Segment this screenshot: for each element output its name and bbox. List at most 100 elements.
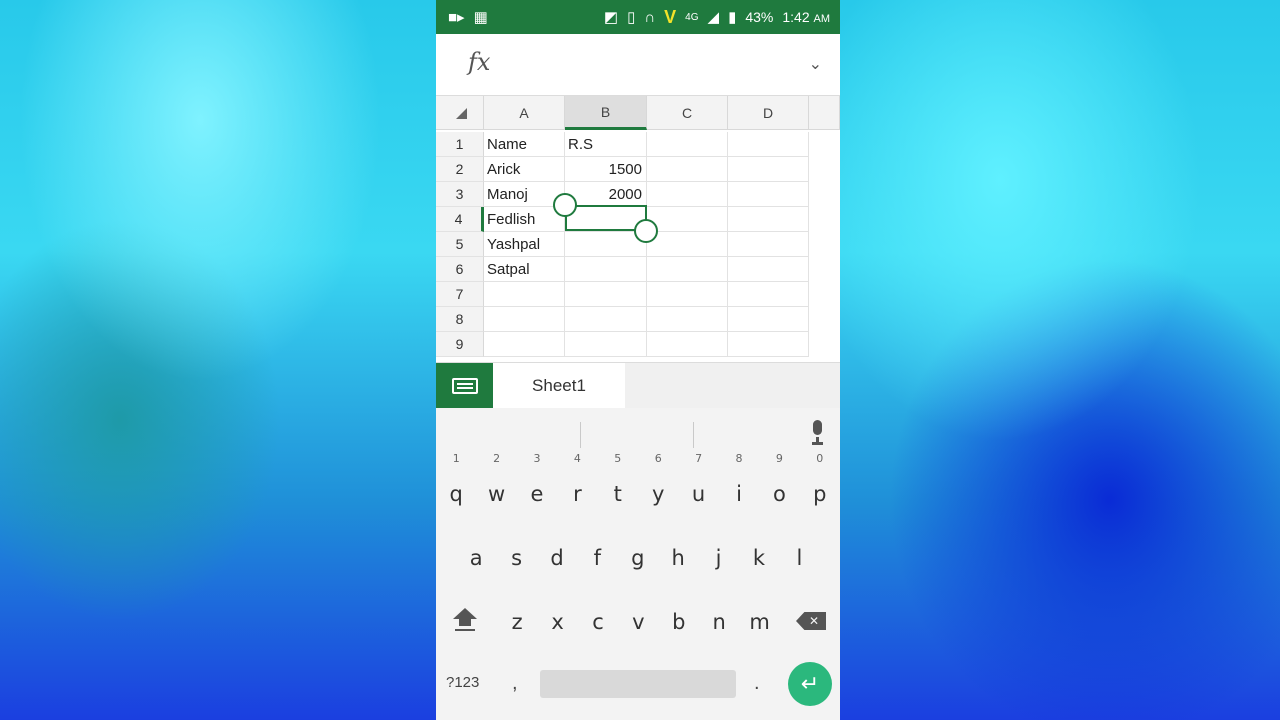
cell-a8[interactable] — [484, 307, 565, 332]
cell-c4[interactable] — [647, 207, 728, 232]
key-o[interactable]: o9 — [759, 452, 799, 514]
cell-a6[interactable]: Satpal — [484, 257, 565, 282]
column-header-c[interactable]: C — [647, 96, 728, 130]
key-a[interactable]: a — [456, 538, 496, 578]
key-v[interactable]: v — [618, 602, 658, 642]
row-header-6[interactable]: 6 — [436, 257, 484, 282]
cell-c9[interactable] — [647, 332, 728, 357]
cell-b2[interactable]: 1500 — [565, 157, 647, 182]
cell-a4[interactable]: Fedlish — [484, 207, 565, 232]
chevron-down-icon[interactable]: ⌄ — [809, 54, 822, 74]
key-c[interactable]: c — [578, 602, 618, 642]
cell-b7[interactable] — [565, 282, 647, 307]
column-header-b[interactable]: B — [565, 96, 647, 130]
key-hint: 3 — [533, 452, 541, 465]
keyboard-toggle-button[interactable] — [436, 363, 493, 409]
cell-b9[interactable] — [565, 332, 647, 357]
key-z[interactable]: z — [497, 602, 537, 642]
key-label: f — [593, 546, 602, 570]
fx-icon[interactable]: fx — [468, 48, 490, 76]
key-p[interactable]: p0 — [800, 452, 840, 514]
enter-key[interactable]: ↵ — [788, 662, 832, 706]
cell-c5[interactable] — [647, 232, 728, 257]
row-header-2[interactable]: 2 — [436, 157, 484, 182]
cell-c8[interactable] — [647, 307, 728, 332]
column-header-a[interactable]: A — [484, 96, 565, 130]
column-header-e[interactable] — [809, 96, 840, 130]
key-u[interactable]: u7 — [678, 452, 718, 514]
key-j[interactable]: j — [698, 538, 738, 578]
cell-b8[interactable] — [565, 307, 647, 332]
selection-handle-top-left[interactable] — [553, 193, 577, 217]
key-y[interactable]: y6 — [638, 452, 678, 514]
row-header-9[interactable]: 9 — [436, 332, 484, 357]
key-i[interactable]: i8 — [719, 452, 759, 514]
shift-arrow-icon — [453, 608, 477, 619]
row-header-3[interactable]: 3 — [436, 182, 484, 207]
cell-c6[interactable] — [647, 257, 728, 282]
cell-d4[interactable] — [728, 207, 809, 232]
key-s[interactable]: s — [496, 538, 536, 578]
symbols-key[interactable]: ?123 — [446, 674, 479, 691]
cell-b1[interactable]: R.S — [565, 132, 647, 157]
headset-icon: ∩ — [644, 8, 656, 26]
key-m[interactable]: m — [739, 602, 779, 642]
key-hint: 2 — [493, 452, 501, 465]
key-k[interactable]: k — [739, 538, 779, 578]
cell-d3[interactable] — [728, 182, 809, 207]
selection-handle-bottom-right[interactable] — [634, 219, 658, 243]
key-n[interactable]: n — [699, 602, 739, 642]
key-f[interactable]: f — [577, 538, 617, 578]
key-h[interactable]: h — [658, 538, 698, 578]
cell-a2[interactable]: Arick — [484, 157, 565, 182]
select-all-corner[interactable] — [436, 96, 484, 130]
clock-time: 1:42 AM — [782, 9, 830, 25]
key-t[interactable]: t5 — [598, 452, 638, 514]
cell-d2[interactable] — [728, 157, 809, 182]
key-q[interactable]: q1 — [436, 452, 476, 514]
shift-key[interactable] — [450, 606, 480, 636]
cell-a5[interactable]: Yashpal — [484, 232, 565, 257]
cell-a9[interactable] — [484, 332, 565, 357]
key-d[interactable]: d — [537, 538, 577, 578]
cell-c2[interactable] — [647, 157, 728, 182]
row-header-7[interactable]: 7 — [436, 282, 484, 307]
row-header-4[interactable]: 4 — [436, 207, 484, 232]
key-hint: 7 — [695, 452, 703, 465]
key-l[interactable]: l — [779, 538, 819, 578]
cell-a7[interactable] — [484, 282, 565, 307]
cell-d1[interactable] — [728, 132, 809, 157]
key-label: x — [551, 610, 564, 634]
cell-d7[interactable] — [728, 282, 809, 307]
cell-b3[interactable]: 2000 — [565, 182, 647, 207]
key-hint: 9 — [775, 452, 783, 465]
key-g[interactable]: g — [618, 538, 658, 578]
microphone-icon[interactable] — [810, 420, 824, 446]
cell-b6[interactable] — [565, 257, 647, 282]
key-r[interactable]: r4 — [557, 452, 597, 514]
cell-d8[interactable] — [728, 307, 809, 332]
spreadsheet-grid[interactable]: A B C D 1 2 3 4 5 6 7 8 9 Name R.S Arick… — [436, 96, 840, 360]
key-x[interactable]: x — [537, 602, 577, 642]
cell-a1[interactable]: Name — [484, 132, 565, 157]
key-b[interactable]: b — [659, 602, 699, 642]
key-e[interactable]: e3 — [517, 452, 557, 514]
cell-c1[interactable] — [647, 132, 728, 157]
cell-c7[interactable] — [647, 282, 728, 307]
row-header-1[interactable]: 1 — [436, 132, 484, 157]
row-header-8[interactable]: 8 — [436, 307, 484, 332]
cell-c3[interactable] — [647, 182, 728, 207]
row-header-5[interactable]: 5 — [436, 232, 484, 257]
cell-d9[interactable] — [728, 332, 809, 357]
formula-bar[interactable]: fx ⌄ — [436, 34, 840, 96]
column-header-d[interactable]: D — [728, 96, 809, 130]
cell-d6[interactable] — [728, 257, 809, 282]
period-key[interactable]: . — [754, 672, 760, 695]
key-w[interactable]: w2 — [476, 452, 516, 514]
backspace-key[interactable]: ✕ — [796, 612, 826, 630]
cell-d5[interactable] — [728, 232, 809, 257]
space-bar[interactable] — [540, 670, 736, 698]
sheet-tab-sheet1[interactable]: Sheet1 — [493, 363, 625, 409]
battery-percent: 43% — [745, 9, 774, 25]
comma-key[interactable]: , — [512, 672, 518, 695]
